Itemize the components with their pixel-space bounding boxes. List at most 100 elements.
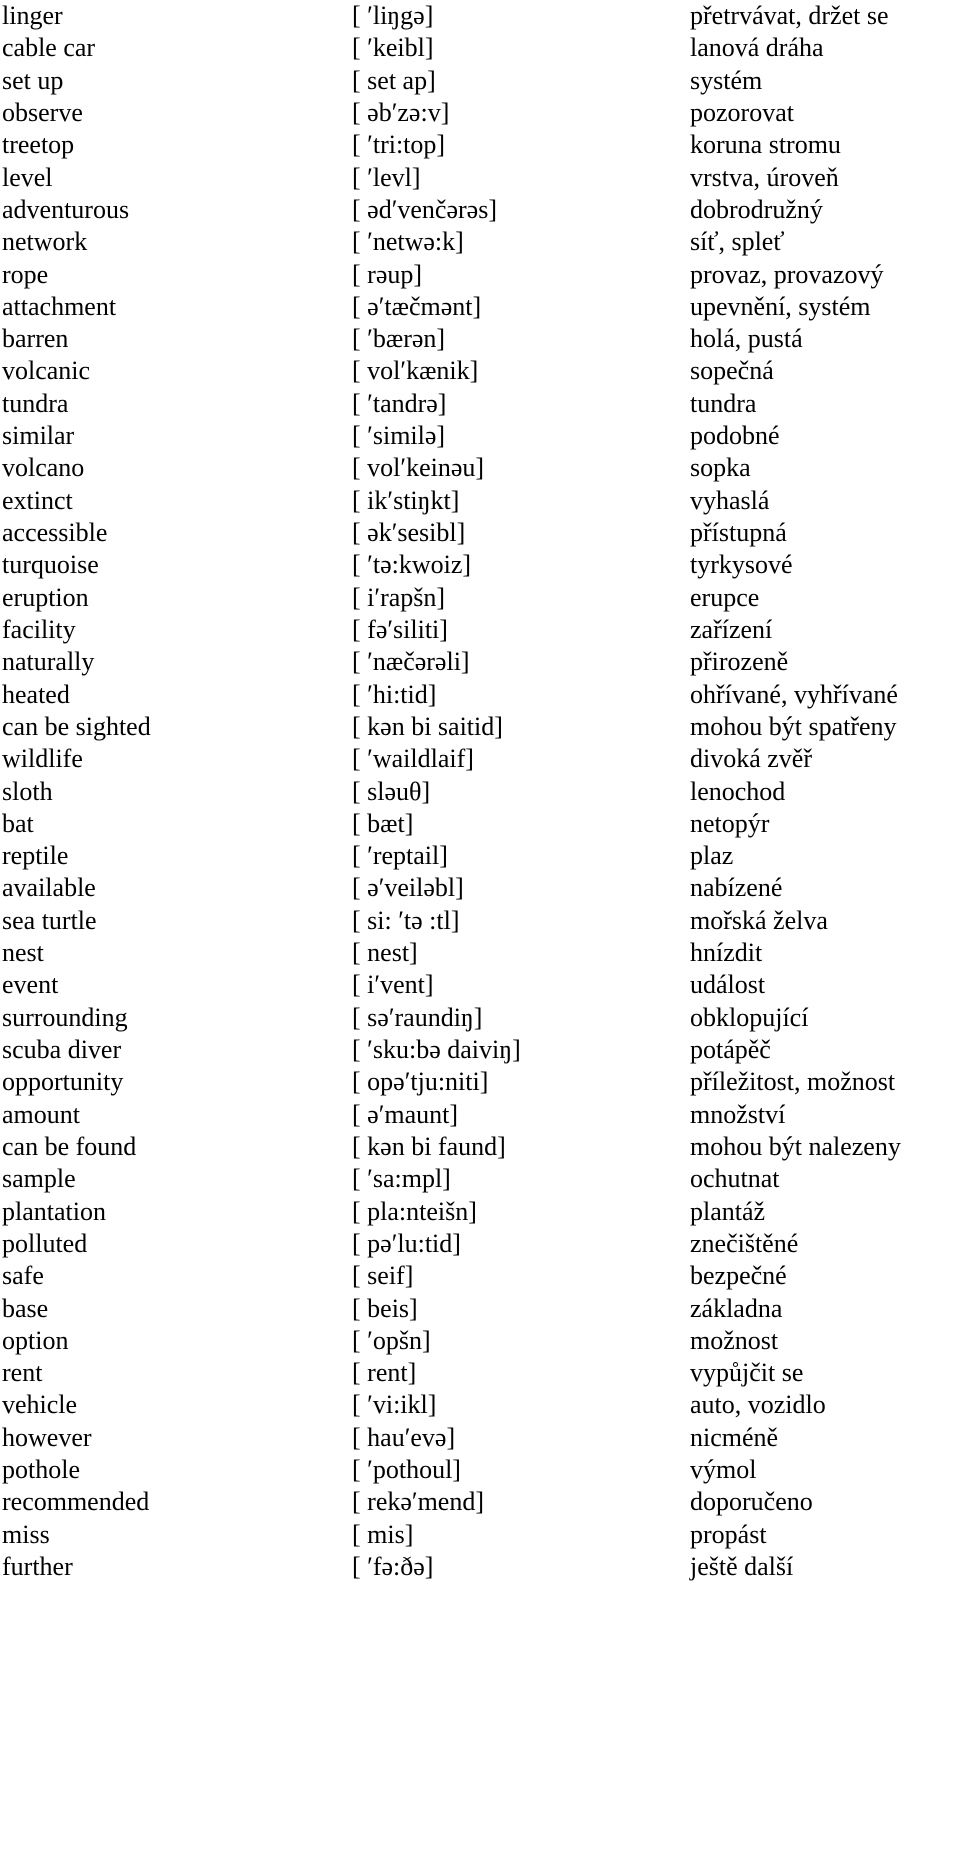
phonetic-text: [ si: ′tə :tl]	[352, 905, 460, 935]
phonetic-text: [ ə′maunt]	[352, 1099, 459, 1129]
vocabulary-row: opportunity [ opə′tju:niti] příležitost, m…	[0, 1066, 960, 1098]
vocabulary-row: however [ hau′evə] nicméně	[0, 1422, 960, 1454]
term-text: network	[2, 227, 88, 257]
phonetic-text: [ mis]	[352, 1519, 414, 1549]
phonetic-text: [ bæt]	[352, 808, 414, 838]
translation-text: vypůjčit se	[690, 1358, 804, 1388]
phonetic-text: [ ′tri:top]	[352, 130, 446, 160]
translation-text: pozorovat	[690, 97, 794, 127]
translation-text: příležitost, možnost	[690, 1067, 896, 1097]
term-text: barren	[2, 324, 69, 354]
phonetic-text: [ hau′evə]	[352, 1422, 456, 1452]
phonetic-text: [ opə′tju:niti]	[352, 1067, 489, 1097]
translation-text: koruna stromu	[690, 130, 841, 160]
translation-text: lenochod	[690, 776, 786, 806]
vocabulary-row: barren [ ′bærən] holá, pustá	[0, 323, 960, 355]
translation-text: propást	[690, 1519, 767, 1549]
translation-text: vrstva, úroveň	[690, 162, 839, 192]
vocabulary-row: network [ ′netwə:k] síť, spleť	[0, 226, 960, 258]
translation-text: upevnění, systém	[690, 291, 871, 321]
phonetic-text: [ ′keibl]	[352, 33, 434, 63]
translation-text: potápěč	[690, 1035, 771, 1064]
term-text: opportunity	[2, 1067, 124, 1097]
translation-text: tyrkysové	[690, 550, 793, 580]
vocabulary-row: further [ ′fə:ðə] ještě další	[0, 1551, 960, 1583]
term-text: cable car	[2, 33, 96, 63]
term-text: rent	[2, 1358, 43, 1388]
phonetic-text: [ ′liŋgə]	[352, 1, 434, 30]
translation-text: vyhaslá	[690, 485, 770, 515]
term-text: plantation	[2, 1196, 106, 1226]
phonetic-text: [ ′vi:ikl]	[352, 1390, 437, 1420]
translation-text: divoká zvěř	[690, 744, 813, 774]
translation-text: provaz, provazový	[690, 259, 884, 289]
phonetic-text: [ pə′lu:tid]	[352, 1228, 461, 1258]
vocabulary-row: recommended [ rekə′mend] doporučeno	[0, 1486, 960, 1518]
vocabulary-row: eruption [ i′rapšn] erupce	[0, 582, 960, 614]
phonetic-text: [ vol′kænik]	[352, 356, 479, 386]
phonetic-text: [ ′bærən]	[352, 324, 446, 354]
term-text: vehicle	[2, 1390, 78, 1420]
term-text: option	[2, 1325, 69, 1355]
vocabulary-row: event [ i′vent] událost	[0, 969, 960, 1001]
vocabulary-row: sea turtle [ si: ′tə :tl] mořská želva	[0, 905, 960, 937]
phonetic-text: [ əb′zə:v]	[352, 97, 450, 127]
translation-text: podobné	[690, 421, 780, 451]
term-text: reptile	[2, 841, 69, 871]
translation-text: mohou být nalezeny	[690, 1131, 901, 1161]
phonetic-text: [ ′sa:mpl]	[352, 1164, 451, 1194]
translation-text: přirozeně	[690, 647, 789, 677]
term-text: set up	[2, 65, 64, 95]
phonetic-text: [ rekə′mend]	[352, 1487, 485, 1517]
vocabulary-row: level [ ′levl] vrstva, úroveň	[0, 162, 960, 194]
term-text: linger	[2, 1, 63, 30]
translation-text: plaz	[690, 841, 734, 871]
vocabulary-row: amount [ ə′maunt] množství	[0, 1099, 960, 1131]
term-text: amount	[2, 1099, 80, 1129]
phonetic-text: [ sə′raundiŋ]	[352, 1002, 483, 1032]
phonetic-text: [ ək′sesibl]	[352, 518, 466, 547]
term-text: facility	[2, 614, 76, 644]
translation-text: ochutnat	[690, 1164, 780, 1194]
phonetic-text: [ ′pothoul]	[352, 1455, 461, 1485]
vocabulary-row: miss [ mis] propást	[0, 1519, 960, 1551]
translation-text: zařízení	[690, 614, 773, 644]
term-text: bat	[2, 808, 34, 838]
phonetic-text: [ ′sku:bə daiviŋ]	[352, 1035, 521, 1064]
phonetic-text: [ fə′siliti]	[352, 614, 448, 644]
translation-text: mohou být spatřeny	[690, 711, 897, 741]
vocabulary-row: reptile [ ′reptail] plaz	[0, 840, 960, 872]
term-text: recommended	[2, 1487, 150, 1517]
term-text: base	[2, 1293, 49, 1323]
phonetic-text: [ ′netwə:k]	[352, 227, 464, 257]
phonetic-text: [ ə′tæčmənt]	[352, 291, 482, 321]
term-text: observe	[2, 97, 83, 127]
vocabulary-row: available [ ə′veiləbl] nabízené	[0, 872, 960, 904]
vocabulary-row: scuba diver [ ′sku:bə daiviŋ] potápěč	[0, 1034, 960, 1066]
vocabulary-row: set up [ set ap] systém	[0, 65, 960, 97]
term-text: scuba diver	[2, 1035, 122, 1064]
phonetic-text: [ ′tə:kwoiz]	[352, 550, 472, 580]
vocabulary-row: facility [ fə′siliti] zařízení	[0, 614, 960, 646]
phonetic-text: [ i′vent]	[352, 970, 434, 1000]
translation-text: nicméně	[690, 1422, 779, 1452]
translation-text: auto, vozidlo	[690, 1390, 826, 1420]
phonetic-text: [ sləuθ]	[352, 776, 431, 806]
vocabulary-row: volcanic [ vol′kænik] sopečná	[0, 355, 960, 387]
translation-text: znečištěné	[690, 1228, 799, 1258]
translation-text: hnízdit	[690, 938, 763, 968]
term-text: surrounding	[2, 1002, 128, 1032]
term-text: safe	[2, 1261, 44, 1291]
phonetic-text: [ ′hi:tid]	[352, 679, 437, 709]
phonetic-text: [ ′opšn]	[352, 1325, 431, 1355]
vocabulary-row: linger [ ′liŋgə] přetrvávat, držet se	[0, 0, 960, 32]
vocabulary-row: polluted [ pə′lu:tid] znečištěné	[0, 1228, 960, 1260]
term-text: naturally	[2, 647, 95, 677]
translation-text: sopka	[690, 453, 751, 483]
translation-text: holá, pustá	[690, 324, 803, 354]
term-text: volcanic	[2, 356, 91, 386]
term-text: sample	[2, 1164, 76, 1194]
phonetic-text: [ nest]	[352, 938, 418, 968]
translation-text: netopýr	[690, 808, 770, 838]
translation-text: ohřívané, vyhřívané	[690, 679, 898, 709]
